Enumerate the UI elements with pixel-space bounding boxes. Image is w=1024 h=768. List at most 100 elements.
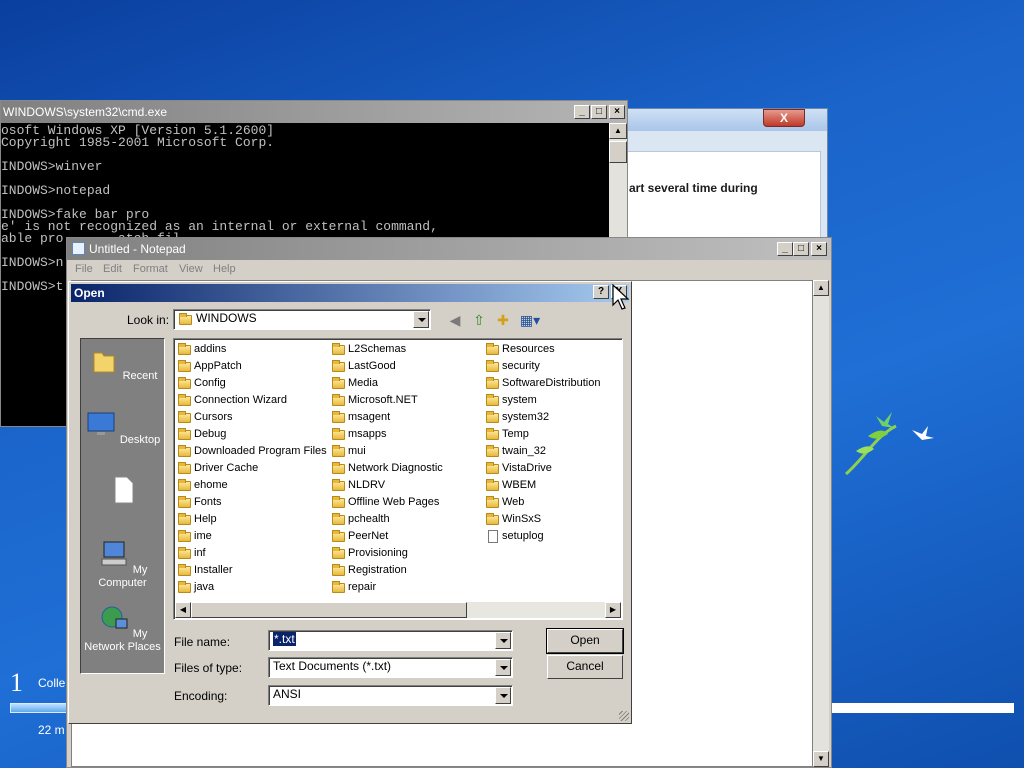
file-list-item-label: Offline Web Pages bbox=[348, 496, 440, 508]
file-list-item[interactable]: Fonts bbox=[176, 494, 327, 511]
file-list-item[interactable]: ime bbox=[176, 528, 327, 545]
encoding-select[interactable]: ANSI bbox=[268, 685, 513, 706]
file-list-item[interactable]: ehome bbox=[176, 477, 327, 494]
encoding-dropdown-icon[interactable] bbox=[495, 687, 511, 704]
file-name-input[interactable]: *.txt bbox=[268, 630, 513, 651]
file-list-item[interactable]: Downloaded Program Files bbox=[176, 443, 327, 460]
file-list-item[interactable]: pchealth bbox=[330, 511, 443, 528]
file-list-item[interactable]: Debug bbox=[176, 426, 327, 443]
setup-progress-bar bbox=[10, 703, 68, 713]
notepad-scroll-down-icon[interactable]: ▼ bbox=[813, 751, 829, 767]
look-in-combo[interactable]: WINDOWS bbox=[173, 309, 431, 330]
files-of-type-label: Files of type: bbox=[174, 661, 243, 675]
open-button[interactable]: Open bbox=[546, 628, 624, 654]
menu-edit[interactable]: Edit bbox=[103, 263, 122, 275]
file-name-dropdown-icon[interactable] bbox=[495, 632, 511, 649]
menu-help[interactable]: Help bbox=[213, 263, 236, 275]
cmd-line: INDOWS>notepad bbox=[1, 183, 111, 198]
file-list-item[interactable]: Registration bbox=[330, 562, 443, 579]
file-list-item[interactable]: mui bbox=[330, 443, 443, 460]
file-list-item[interactable]: Web bbox=[484, 494, 600, 511]
file-list-item[interactable]: msapps bbox=[330, 426, 443, 443]
help-button[interactable]: ? bbox=[593, 285, 609, 299]
files-of-type-select[interactable]: Text Documents (*.txt) bbox=[268, 657, 513, 678]
file-list-item[interactable]: java bbox=[176, 579, 327, 596]
file-list-item[interactable]: Offline Web Pages bbox=[330, 494, 443, 511]
notepad-minimize-button[interactable]: _ bbox=[777, 242, 793, 256]
file-list-item[interactable]: Network Diagnostic bbox=[330, 460, 443, 477]
place-my-computer[interactable]: My Computer bbox=[81, 539, 164, 590]
folder-icon bbox=[486, 411, 499, 423]
notepad-maximize-button[interactable]: □ bbox=[793, 242, 809, 256]
file-list-item[interactable]: repair bbox=[330, 579, 443, 596]
menu-format[interactable]: Format bbox=[133, 263, 168, 275]
file-list-item[interactable]: AppPatch bbox=[176, 358, 327, 375]
folder-icon bbox=[178, 343, 191, 355]
file-list-item[interactable]: VistaDrive bbox=[484, 460, 600, 477]
file-list-item[interactable]: msagent bbox=[330, 409, 443, 426]
file-list-item[interactable]: addins bbox=[176, 341, 327, 358]
folder-icon bbox=[486, 479, 499, 491]
notepad-scroll-up-icon[interactable]: ▲ bbox=[813, 280, 829, 296]
scroll-left-icon[interactable]: ◀ bbox=[175, 602, 191, 618]
file-list-item-label: twain_32 bbox=[502, 445, 547, 457]
look-in-dropdown-icon[interactable] bbox=[413, 311, 429, 328]
file-list-item[interactable]: Resources bbox=[484, 341, 600, 358]
file-list-item[interactable]: Cursors bbox=[176, 409, 327, 426]
file-list-item[interactable]: Microsoft.NET bbox=[330, 392, 443, 409]
folder-icon bbox=[178, 496, 191, 508]
place-recent[interactable]: Recent bbox=[81, 345, 164, 383]
cmd-close-button[interactable]: × bbox=[609, 105, 625, 119]
file-list-item[interactable]: LastGood bbox=[330, 358, 443, 375]
file-list-item[interactable]: inf bbox=[176, 545, 327, 562]
notepad-close-button[interactable]: × bbox=[811, 242, 827, 256]
file-list-item[interactable]: Provisioning bbox=[330, 545, 443, 562]
file-list-item[interactable]: WBEM bbox=[484, 477, 600, 494]
menu-view[interactable]: View bbox=[179, 263, 203, 275]
file-list-item[interactable]: twain_32 bbox=[484, 443, 600, 460]
cmd-maximize-button[interactable]: □ bbox=[591, 105, 607, 119]
file-list-item[interactable]: security bbox=[484, 358, 600, 375]
file-list-item[interactable]: Installer bbox=[176, 562, 327, 579]
file-list-item[interactable]: L2Schemas bbox=[330, 341, 443, 358]
file-list-item[interactable]: Connection Wizard bbox=[176, 392, 327, 409]
open-file-dialog: Open ? X Look in: WINDOWS ◀ ⇧ ✚ ▦▾ Recen… bbox=[68, 281, 632, 724]
file-list-item-label: PeerNet bbox=[348, 530, 389, 542]
file-list-item[interactable]: Temp bbox=[484, 426, 600, 443]
new-folder-icon[interactable]: ✚ bbox=[493, 310, 513, 330]
file-list-item[interactable]: Driver Cache bbox=[176, 460, 327, 477]
file-list-item[interactable]: WinSxS bbox=[484, 511, 600, 528]
cmd-minimize-button[interactable]: _ bbox=[574, 105, 590, 119]
win7-close-button[interactable]: X bbox=[763, 109, 805, 127]
file-list-item[interactable]: PeerNet bbox=[330, 528, 443, 545]
resize-grip-icon[interactable] bbox=[619, 711, 629, 721]
bird-decoration-icon bbox=[844, 412, 934, 476]
files-of-type-dropdown-icon[interactable] bbox=[495, 659, 511, 676]
file-list-item[interactable]: setuplog bbox=[484, 528, 600, 545]
file-list-item[interactable]: SoftwareDistribution bbox=[484, 375, 600, 392]
folder-icon bbox=[332, 479, 345, 491]
file-list-item[interactable]: system bbox=[484, 392, 600, 409]
scroll-right-icon[interactable]: ▶ bbox=[605, 602, 621, 618]
file-list-item[interactable]: Media bbox=[330, 375, 443, 392]
menu-file[interactable]: File bbox=[75, 263, 93, 275]
up-folder-icon[interactable]: ⇧ bbox=[469, 310, 489, 330]
setup-step-number: 1 bbox=[10, 668, 23, 697]
cmd-scroll-thumb[interactable] bbox=[609, 141, 627, 163]
place-documents[interactable] bbox=[81, 475, 164, 513]
file-list-item[interactable]: NLDRV bbox=[330, 477, 443, 494]
folder-icon bbox=[332, 462, 345, 474]
file-list-view[interactable]: addins AppPatch Config Connection Wizard Cur… bbox=[173, 338, 623, 620]
cmd-scroll-up-icon[interactable]: ▲ bbox=[609, 123, 627, 139]
file-list-item[interactable]: Config bbox=[176, 375, 327, 392]
notepad-vertical-scrollbar[interactable]: ▲ ▼ bbox=[813, 280, 829, 767]
back-icon[interactable]: ◀ bbox=[445, 310, 465, 330]
scroll-thumb[interactable] bbox=[191, 602, 467, 618]
place-network[interactable]: My Network Places bbox=[81, 603, 164, 654]
file-list-item[interactable]: system32 bbox=[484, 409, 600, 426]
place-desktop[interactable]: Desktop bbox=[81, 409, 164, 447]
cancel-button[interactable]: Cancel bbox=[547, 655, 623, 679]
file-list-horizontal-scrollbar[interactable]: ◀ ▶ bbox=[175, 602, 621, 618]
file-list-item[interactable]: Help bbox=[176, 511, 327, 528]
view-menu-icon[interactable]: ▦▾ bbox=[517, 310, 543, 330]
